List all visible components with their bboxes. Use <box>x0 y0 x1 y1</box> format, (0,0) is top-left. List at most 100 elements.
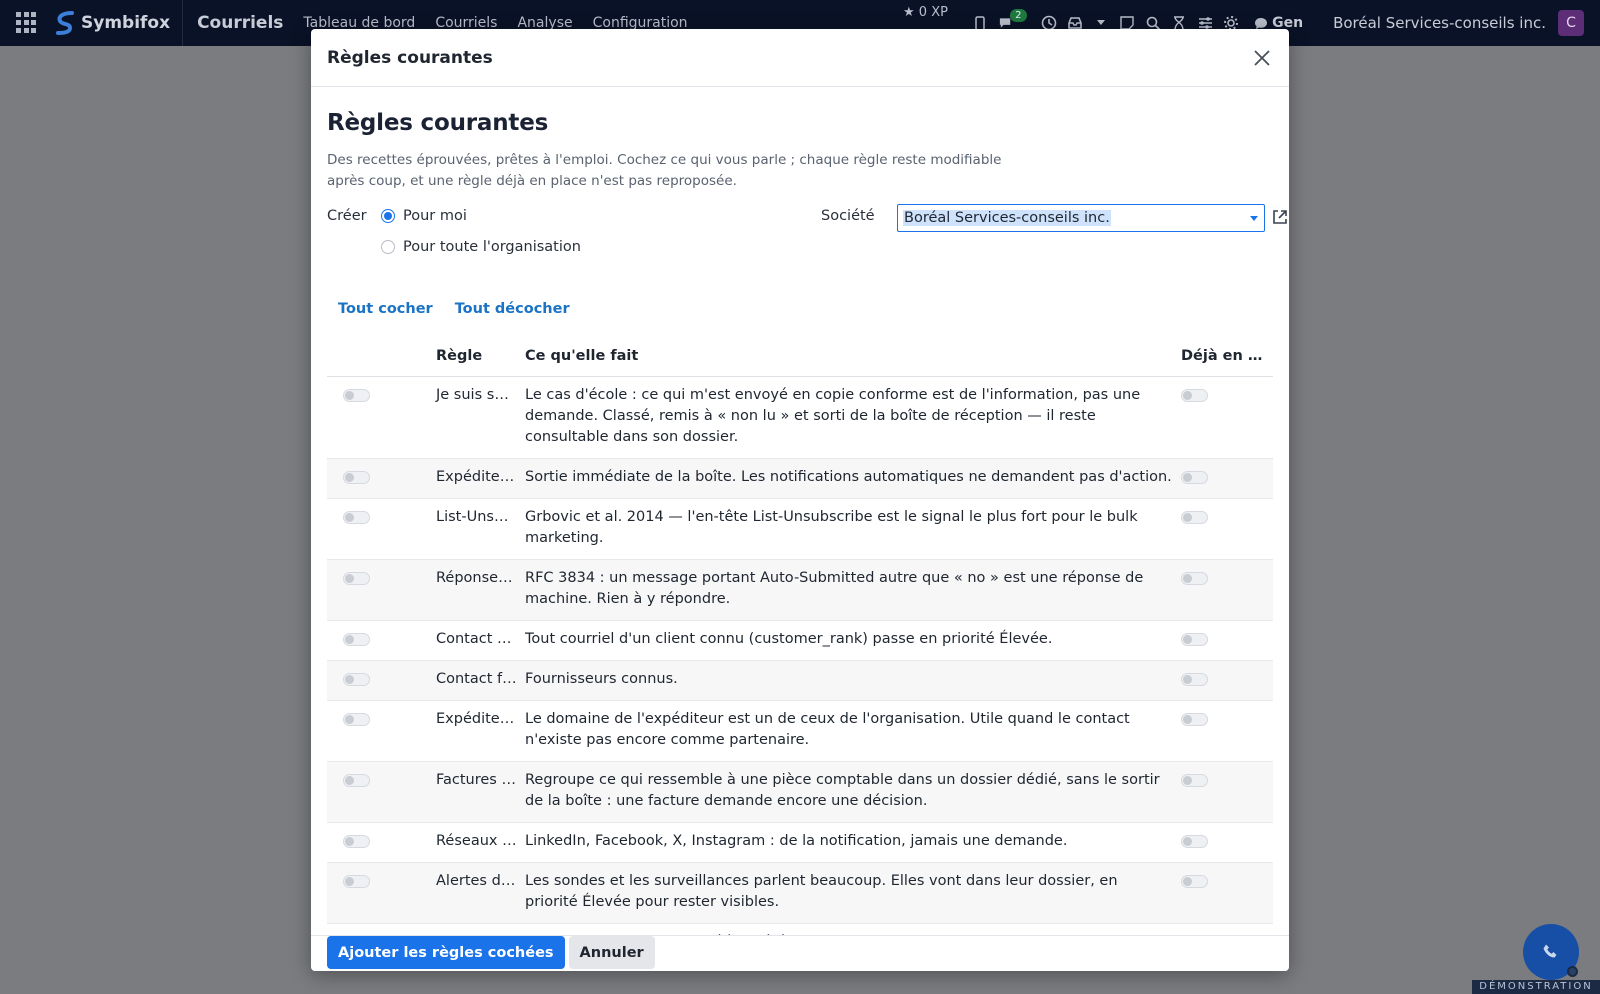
rule-name: Expéditeu… <box>432 458 521 499</box>
rule-name: Contact cl… <box>432 620 521 661</box>
table-row: Réseaux s… LinkedIn, Facebook, X, Instag… <box>327 822 1273 863</box>
table-row: List-Unsu… Grbovic et al. 2014 — l'en-tê… <box>327 498 1273 560</box>
rule-select-toggle[interactable] <box>343 712 370 726</box>
radio-for-me-dot[interactable] <box>381 209 395 223</box>
column-already-in-place[interactable]: Déjà en p… <box>1177 336 1273 377</box>
apps-icon[interactable] <box>16 12 38 34</box>
chevron-down-icon[interactable] <box>1250 216 1258 221</box>
rule-name: List-Unsu… <box>432 498 521 560</box>
column-description[interactable]: Ce qu'elle fait <box>521 336 1177 377</box>
table-row: Alertes de… Les sondes et les surveillan… <box>327 862 1273 924</box>
rule-select-toggle[interactable] <box>343 632 370 646</box>
rule-description: Grbovic et al. 2014 — l'en-tête List-Uns… <box>521 498 1177 560</box>
dialog-body[interactable]: Règles courantes Des recettes éprouvées,… <box>311 88 1289 935</box>
already-in-place-toggle <box>1181 632 1208 646</box>
rule-name: Contact f… <box>432 660 521 701</box>
external-link-icon[interactable] <box>1271 208 1289 226</box>
rule-select-toggle[interactable] <box>343 834 370 848</box>
brand-logo[interactable]: Symbifox <box>54 11 170 35</box>
rule-description: LinkedIn, Facebook, X, Instagram : de la… <box>521 822 1177 863</box>
xp-value: 0 XP <box>918 5 948 20</box>
already-in-place-toggle <box>1181 874 1208 888</box>
already-in-place-toggle <box>1181 388 1208 402</box>
intro-text: Des recettes éprouvées, prêtes à l'emplo… <box>327 152 1002 189</box>
table-row: Expéditeu… Sortie immédiate de la boîte.… <box>327 458 1273 499</box>
rule-select-toggle[interactable] <box>343 874 370 888</box>
bulk-actions: Tout cocher Tout décocher <box>327 294 1273 324</box>
radio-for-org-dot[interactable] <box>381 240 395 254</box>
demo-ribbon: DÉMONSTRATION <box>1472 980 1600 994</box>
chat-count-badge: 2 <box>1010 9 1027 22</box>
rule-description: Le cas d'école : ce qui m'est envoyé en … <box>521 376 1177 459</box>
already-in-place-toggle <box>1181 672 1208 686</box>
cancel-button[interactable]: Annuler <box>568 936 655 969</box>
table-row: Réponses … RFC 3834 : un message portant… <box>327 559 1273 621</box>
ai-chat-icon <box>1255 17 1268 29</box>
company-select[interactable]: Boréal Services-conseils inc. <box>897 204 1265 232</box>
rule-select-toggle[interactable] <box>343 571 370 585</box>
rule-name: Réponses … <box>432 559 521 621</box>
add-checked-rules-button[interactable]: Ajouter les règles cochées <box>327 936 565 969</box>
rule-description: RFC 3834 : un message portant Auto-Submi… <box>521 559 1177 621</box>
rule-description: Les sondes et les surveillances parlent … <box>521 862 1177 924</box>
table-header-row: Règle Ce qu'elle fait Déjà en p… <box>327 336 1273 377</box>
phone-call-icon <box>1543 944 1557 958</box>
column-rule[interactable]: Règle <box>432 336 521 377</box>
rules-table: Règle Ce qu'elle fait Déjà en p… Je suis… <box>327 336 1273 935</box>
company-select-value: Boréal Services-conseils inc. <box>903 210 1111 226</box>
already-in-place-toggle <box>1181 773 1208 787</box>
rule-name: Alertes de… <box>432 862 521 924</box>
rule-description: Regroupe ce qui ressemble à une pièce co… <box>521 761 1177 823</box>
already-in-place-toggle <box>1181 510 1208 524</box>
dialog-footer: Ajouter les règles cochées Annuler <box>311 935 1289 971</box>
rule-name: Factures e… <box>432 761 521 823</box>
star-icon: ★ <box>903 5 915 20</box>
brand-name: Symbifox <box>81 13 171 33</box>
rule-select-toggle[interactable] <box>343 773 370 787</box>
rule-name: Je suis se… <box>432 376 521 459</box>
rule-name: Réseaux s… <box>432 822 521 863</box>
rule-name: Expéditeu… <box>432 700 521 762</box>
rule-select-toggle[interactable] <box>343 672 370 686</box>
create-label: Créer <box>327 208 367 224</box>
common-rules-dialog: Règles courantes Règles courantes Des re… <box>311 29 1289 971</box>
rule-description: Le domaine de l'expéditeur est un de ceu… <box>521 700 1177 762</box>
table-row: Factures e… Regroupe ce qui ressemble à … <box>327 761 1273 823</box>
radio-for-org[interactable]: Pour toute l'organisation <box>381 239 581 255</box>
table-row: Contact f… Fournisseurs connus. <box>327 660 1273 701</box>
table-row: Contact cl… Tout courriel d'un client co… <box>327 620 1273 661</box>
rule-description: Tout courriel d'un client connu (custome… <box>521 620 1177 661</box>
rule-select-toggle[interactable] <box>343 388 370 402</box>
rule-description: Les invitations iMIP sont déjà ingérées … <box>521 923 1177 935</box>
dialog-header: Règles courantes <box>311 29 1289 87</box>
already-in-place-toggle <box>1181 571 1208 585</box>
xp-counter[interactable]: ★ 0 XP <box>903 5 948 20</box>
rule-select-toggle[interactable] <box>343 470 370 484</box>
uncheck-all-button[interactable]: Tout décocher <box>455 301 570 317</box>
navbar-divider <box>182 0 184 46</box>
already-in-place-toggle <box>1181 834 1208 848</box>
table-row: Invitation… Les invitations iMIP sont dé… <box>327 923 1273 935</box>
softphone-status-dot <box>1567 966 1578 977</box>
page-title: Règles courantes <box>327 110 549 136</box>
dialog-title: Règles courantes <box>327 47 493 68</box>
radio-for-me[interactable]: Pour moi <box>381 208 467 224</box>
company-label: Société <box>821 208 875 224</box>
table-row: Je suis se… Le cas d'école : ce qui m'es… <box>327 376 1273 459</box>
user-avatar[interactable]: C <box>1558 10 1584 36</box>
rule-description: Fournisseurs connus. <box>521 660 1177 701</box>
create-form: Créer Pour moi Pour toute l'organisation… <box>327 204 1287 294</box>
check-all-button[interactable]: Tout cocher <box>338 301 433 317</box>
company-switcher[interactable]: Boréal Services-conseils inc. <box>1333 14 1546 32</box>
rule-name: Invitation… <box>432 923 521 935</box>
radio-for-org-label: Pour toute l'organisation <box>403 239 581 255</box>
close-icon[interactable] <box>1251 47 1273 69</box>
column-select <box>327 336 432 377</box>
already-in-place-toggle <box>1181 470 1208 484</box>
rule-select-toggle[interactable] <box>343 510 370 524</box>
radio-for-me-label: Pour moi <box>403 208 467 224</box>
symbifox-logo-icon <box>56 11 74 35</box>
table-row: Expéditeu… Le domaine de l'expéditeur es… <box>327 700 1273 762</box>
already-in-place-toggle <box>1181 712 1208 726</box>
app-title[interactable]: Courriels <box>197 13 283 33</box>
